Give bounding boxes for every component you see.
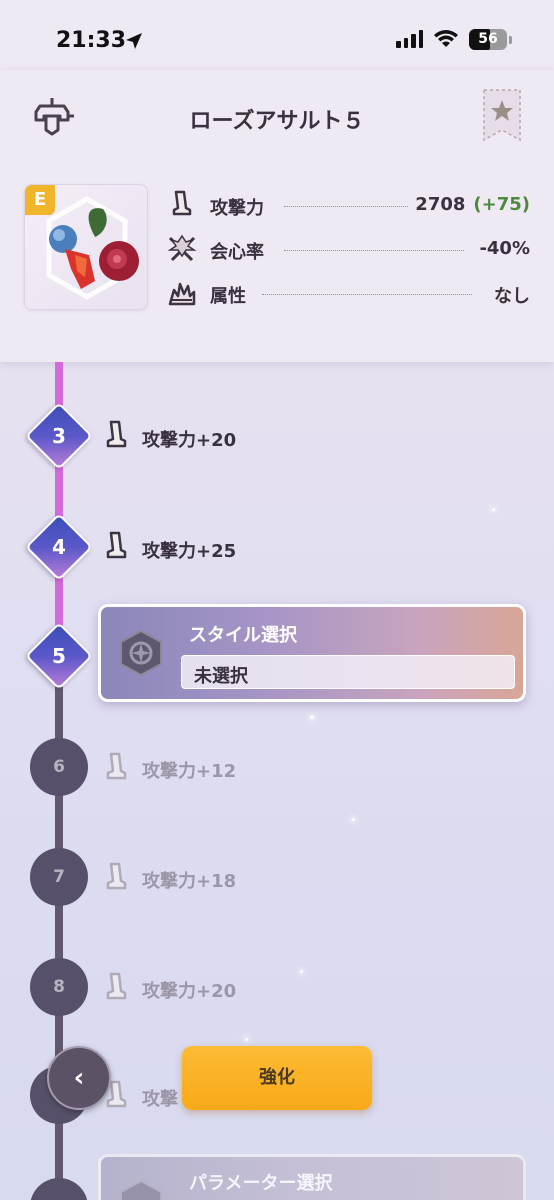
stat-leader-dots: [284, 250, 464, 251]
sword-icon: [106, 752, 127, 780]
item-image-card[interactable]: E: [24, 184, 148, 310]
status-time: 21:33: [56, 28, 127, 53]
timeline-node-label: 攻撃力+18: [142, 871, 237, 892]
param-card-title: パラメーター選択: [189, 1173, 333, 1194]
style-select-value: 未選択: [194, 666, 248, 687]
timeline-node-label: 攻撃力+20: [142, 981, 237, 1002]
stat-row-attack: 攻撃力 2708 (+75): [166, 188, 530, 222]
sparkle-decoration: [310, 715, 314, 719]
sword-icon: [106, 862, 127, 890]
stat-value-number: 2708: [415, 194, 466, 215]
cellular-signal-icon: [396, 30, 423, 48]
status-bar: 21:33 56: [0, 0, 554, 70]
timeline-node-number: 3: [52, 424, 66, 448]
favorite-star-icon[interactable]: [482, 88, 522, 142]
stat-value-number: -40%: [479, 238, 530, 259]
stat-row-crit-rate: 会心率 -40%: [166, 232, 530, 266]
page-title: ローズアサルト５: [189, 109, 365, 134]
timeline-node-label: 攻撃力+12: [142, 761, 237, 782]
style-card-title: スタイル選択: [189, 625, 297, 646]
stat-label: 属性: [210, 286, 246, 307]
wifi-icon: [434, 30, 458, 47]
sparkle-decoration: [300, 970, 303, 973]
stat-label: 攻撃力: [210, 198, 264, 219]
style-select-field[interactable]: 未選択: [181, 655, 515, 689]
style-editor-icon[interactable]: [26, 92, 78, 144]
element-flame-icon: [168, 282, 196, 306]
stat-value: なし: [494, 282, 530, 308]
parameter-select-card[interactable]: パラメーター選択: [98, 1154, 526, 1200]
crossed-swords-icon: [167, 234, 197, 262]
rank-badge: E: [25, 185, 55, 215]
enhance-button[interactable]: 強化: [182, 1046, 372, 1110]
timeline-node-label: 攻撃力+20: [142, 430, 237, 451]
stat-bonus: (+75): [473, 194, 530, 215]
timeline-node-number: 5: [52, 644, 66, 668]
timeline-node-10[interactable]: [30, 1178, 88, 1200]
stat-row-element: 属性 なし: [166, 276, 530, 310]
stat-leader-dots: [284, 206, 408, 207]
stat-value: -40%: [479, 238, 530, 259]
battery-tip: [509, 36, 512, 44]
sword-icon: [106, 420, 127, 448]
sparkle-decoration: [352, 818, 355, 821]
style-select-card[interactable]: スタイル選択 未選択: [98, 604, 526, 702]
timeline-node-6[interactable]: 6: [30, 738, 88, 796]
location-arrow-icon: [126, 33, 142, 49]
sword-icon: [106, 972, 127, 1000]
enhance-button-label: 強化: [259, 1067, 295, 1088]
stat-value: 2708 (+75): [415, 194, 530, 215]
timeline-node-label: 攻撃力+25: [142, 541, 237, 562]
stat-label: 会心率: [210, 242, 264, 263]
timeline-node-7[interactable]: 7: [30, 848, 88, 906]
sparkle-decoration: [492, 508, 495, 511]
parameter-hexagon-icon: [120, 1179, 162, 1200]
battery-percent: 56: [478, 31, 498, 47]
chevron-left-icon: ‹: [73, 1063, 85, 1093]
battery-icon: 56: [469, 29, 507, 50]
stat-value-number: なし: [494, 286, 530, 307]
collapse-back-button[interactable]: ‹: [47, 1046, 111, 1110]
sparkle-decoration: [245, 1038, 248, 1041]
sword-icon: [106, 531, 127, 559]
stat-leader-dots: [262, 294, 472, 295]
style-hexagon-icon: [120, 629, 162, 677]
timeline-node-number: 4: [52, 535, 66, 559]
timeline-node-8[interactable]: 8: [30, 958, 88, 1016]
sword-icon: [172, 190, 192, 216]
timeline-node-label: 攻撃: [142, 1089, 178, 1110]
